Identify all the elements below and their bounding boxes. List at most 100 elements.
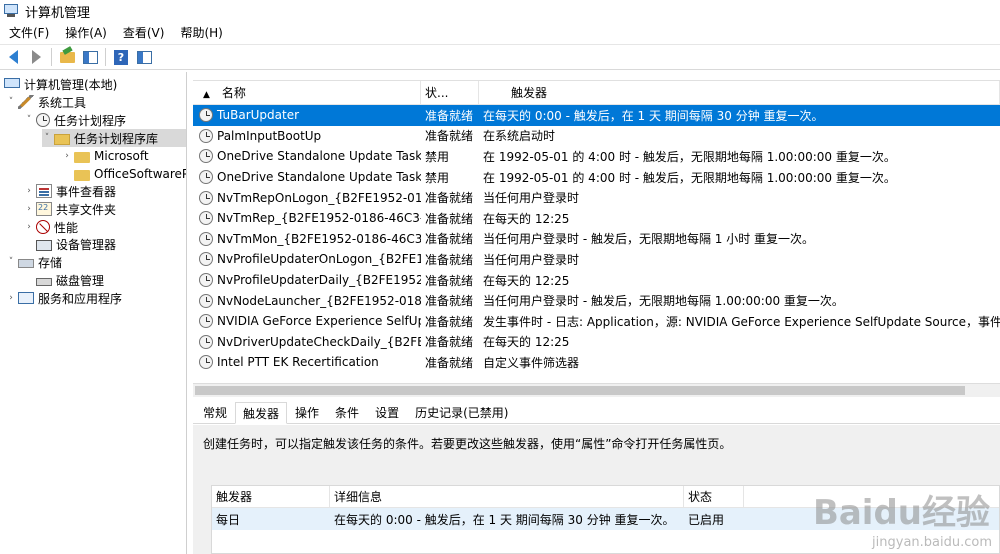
chevron-right-icon[interactable]: › bbox=[6, 293, 16, 303]
tree-item-disk-management[interactable]: 磁盘管理 bbox=[34, 271, 104, 289]
list-header: ▲ 名称 状... 触发器 bbox=[193, 80, 1000, 105]
list-rows: TuBarUpdater 准备就绪 在每天的 0:00 - 触发后，在 1 天 期间… bbox=[193, 105, 1000, 373]
tree-item-storage[interactable]: ˅ 存储 bbox=[6, 253, 62, 271]
task-name-cell: NvProfileUpdaterDaily_{B2FE1952-... bbox=[193, 273, 421, 288]
tree-item-event-viewer[interactable]: › 事件查看器 bbox=[24, 182, 116, 200]
chevron-down-icon[interactable]: ˅ bbox=[24, 115, 34, 125]
task-icon bbox=[199, 334, 213, 349]
tree-item-office[interactable]: OfficeSoftwareP bbox=[72, 165, 187, 183]
tree-item-device-manager[interactable]: 设备管理器 bbox=[34, 235, 116, 253]
menu-action[interactable]: 操作(A) bbox=[57, 22, 115, 44]
table-row[interactable]: PalmInputBootUp 准备就绪 在系统启动时 bbox=[193, 126, 1000, 147]
task-name-cell: NvNodeLauncher_{B2FE1952-0186... bbox=[193, 293, 421, 308]
chevron-right-icon[interactable]: › bbox=[24, 222, 34, 232]
task-name: TuBarUpdater bbox=[217, 108, 300, 123]
task-trigger: 在每天的 12:25 bbox=[483, 335, 570, 350]
tree-item-task-scheduler[interactable]: ˅ 任务计划程序 bbox=[24, 111, 126, 129]
column-detail[interactable]: 详细信息 bbox=[330, 485, 684, 508]
task-name: NVIDIA GeForce Experience SelfUp... bbox=[217, 314, 421, 329]
tree-item-performance[interactable]: › 性能 bbox=[24, 218, 78, 236]
task-icon bbox=[199, 149, 213, 164]
event-viewer-icon bbox=[36, 184, 52, 198]
column-trigger[interactable]: 触发器 bbox=[212, 485, 330, 508]
menu-help[interactable]: 帮助(H) bbox=[172, 22, 230, 44]
tree-item-shared-folders[interactable]: › 共享文件夹 bbox=[24, 200, 116, 218]
task-name: NvNodeLauncher_{B2FE1952-0186... bbox=[217, 293, 421, 308]
tab-general[interactable]: 常规 bbox=[195, 401, 235, 423]
tree-item-task-library[interactable]: ˅ 任务计划程序库 bbox=[42, 129, 186, 147]
task-icon bbox=[199, 273, 213, 288]
scrollbar-thumb[interactable] bbox=[195, 386, 965, 395]
task-name: NvTmRep_{B2FE1952-0186-46C3-... bbox=[217, 211, 421, 226]
tab-actions[interactable]: 操作 bbox=[287, 401, 327, 423]
table-row[interactable]: NvDriverUpdateCheckDaily_{B2FE1... 准备就绪在每… bbox=[193, 332, 1000, 353]
tree-item-computer-management[interactable]: 计算机管理(本地) bbox=[2, 75, 117, 93]
chevron-right-icon[interactable]: › bbox=[24, 204, 34, 214]
tree-label: 设备管理器 bbox=[56, 237, 117, 252]
table-row[interactable]: NVIDIA GeForce Experience SelfUp... 准备就绪发… bbox=[193, 311, 1000, 332]
table-row[interactable]: OneDrive Standalone Update Task-... 禁用 在 1… bbox=[193, 146, 1000, 167]
menu-file[interactable]: 文件(F) bbox=[0, 22, 57, 44]
tab-triggers[interactable]: 触发器 bbox=[235, 402, 288, 424]
task-trigger: 在每天的 12:25 bbox=[483, 211, 570, 226]
table-row[interactable]: NvTmRep_{B2FE1952-0186-46C3-... 准备就绪 在每天的 … bbox=[193, 208, 1000, 229]
task-status: 准备就绪 bbox=[425, 211, 474, 226]
window-title: 计算机管理 bbox=[25, 5, 91, 21]
task-name: NvProfileUpdaterDaily_{B2FE1952-... bbox=[217, 273, 421, 288]
tree-label: OfficeSoftwareP bbox=[94, 167, 187, 181]
tab-conditions[interactable]: 条件 bbox=[327, 401, 367, 423]
task-status: 准备就绪 bbox=[425, 355, 474, 370]
task-name: Intel PTT EK Recertification bbox=[217, 355, 379, 370]
console-tree: 计算机管理(本地) ˅ 系统工具 ˅ 任务计划程序 ˅ 任务计划程序库 › Mi… bbox=[0, 72, 187, 554]
table-row[interactable]: NvProfileUpdaterOnLogon_{B2FE19... 准备就绪 当任… bbox=[193, 249, 1000, 270]
tab-settings[interactable]: 设置 bbox=[367, 401, 407, 423]
help-icon[interactable]: ? bbox=[112, 48, 130, 66]
table-row[interactable]: NvTmRepOnLogon_{B2FE1952-01... 准备就绪 当任何用户登… bbox=[193, 187, 1000, 208]
table-row[interactable]: TuBarUpdater 准备就绪 在每天的 0:00 - 触发后，在 1 天 期间… bbox=[193, 105, 1000, 126]
task-name: NvProfileUpdaterOnLogon_{B2FE19... bbox=[217, 252, 421, 267]
table-row[interactable]: NvTmMon_{B2FE1952-0186-46C3-... 准备就绪 当任何用户… bbox=[193, 229, 1000, 250]
tab-history[interactable]: 历史记录(已禁用) bbox=[407, 401, 516, 423]
task-name: OneDrive Standalone Update Task-... bbox=[217, 149, 421, 164]
tree-label: Microsoft bbox=[94, 149, 149, 163]
forward-icon[interactable] bbox=[27, 48, 45, 66]
task-trigger: 在每天的 0:00 - 触发后，在 1 天 期间每隔 30 分钟 重复一次。 bbox=[483, 108, 824, 123]
menu-view[interactable]: 查看(V) bbox=[115, 22, 173, 44]
horizontal-scrollbar[interactable] bbox=[193, 383, 1000, 397]
chevron-down-icon[interactable]: ˅ bbox=[6, 257, 16, 267]
tree-item-microsoft[interactable]: › Microsoft bbox=[62, 147, 149, 165]
task-status: 禁用 bbox=[425, 170, 450, 185]
column-trigger[interactable]: 触发器 bbox=[479, 80, 1000, 105]
back-icon[interactable] bbox=[4, 48, 22, 66]
chevron-down-icon[interactable]: ˅ bbox=[42, 133, 52, 143]
chevron-right-icon[interactable]: › bbox=[62, 151, 72, 161]
chevron-right-icon[interactable]: › bbox=[24, 186, 34, 196]
tree-item-system-tools[interactable]: ˅ 系统工具 bbox=[6, 93, 86, 111]
table-row[interactable]: NvNodeLauncher_{B2FE1952-0186... 准备就绪 当任何用… bbox=[193, 290, 1000, 311]
computer-icon bbox=[4, 77, 20, 88]
column-status[interactable]: 状... bbox=[421, 80, 479, 105]
task-status: 准备就绪 bbox=[425, 294, 474, 309]
services-icon bbox=[18, 292, 34, 304]
tree-item-services[interactable]: › 服务和应用程序 bbox=[6, 289, 122, 307]
task-trigger: 当任何用户登录时 bbox=[483, 191, 580, 206]
table-row[interactable]: Intel PTT EK Recertification 准备就绪 自定义事件筛选器 bbox=[193, 352, 1000, 373]
console-tree-icon[interactable] bbox=[81, 48, 99, 66]
task-trigger: 在 1992-05-01 的 4:00 时 - 触发后，无限期地每隔 1.00:… bbox=[483, 170, 896, 185]
chevron-down-icon[interactable]: ˅ bbox=[6, 97, 16, 107]
task-name-cell: OneDrive Standalone Update Task-... bbox=[193, 149, 421, 164]
column-name[interactable]: ▲ 名称 bbox=[193, 80, 421, 105]
task-icon bbox=[199, 314, 213, 329]
task-name-cell: NvTmMon_{B2FE1952-0186-46C3-... bbox=[193, 231, 421, 246]
table-row[interactable]: OneDrive Standalone Update Task v2 禁用 在 19… bbox=[193, 167, 1000, 188]
task-trigger: 发生事件时 - 日志: Application，源: NVIDIA GeForc… bbox=[483, 314, 1000, 329]
title-bar: 计算机管理 bbox=[0, 0, 1000, 22]
task-icon bbox=[199, 355, 213, 370]
column-state[interactable]: 状态 bbox=[684, 485, 744, 508]
storage-icon bbox=[18, 259, 34, 268]
table-row[interactable]: NvProfileUpdaterDaily_{B2FE1952-... 准备就绪在… bbox=[193, 270, 1000, 291]
task-icon bbox=[199, 128, 213, 143]
folder-icon bbox=[74, 169, 90, 181]
up-folder-icon[interactable] bbox=[58, 48, 76, 66]
action-pane-icon[interactable] bbox=[135, 48, 153, 66]
